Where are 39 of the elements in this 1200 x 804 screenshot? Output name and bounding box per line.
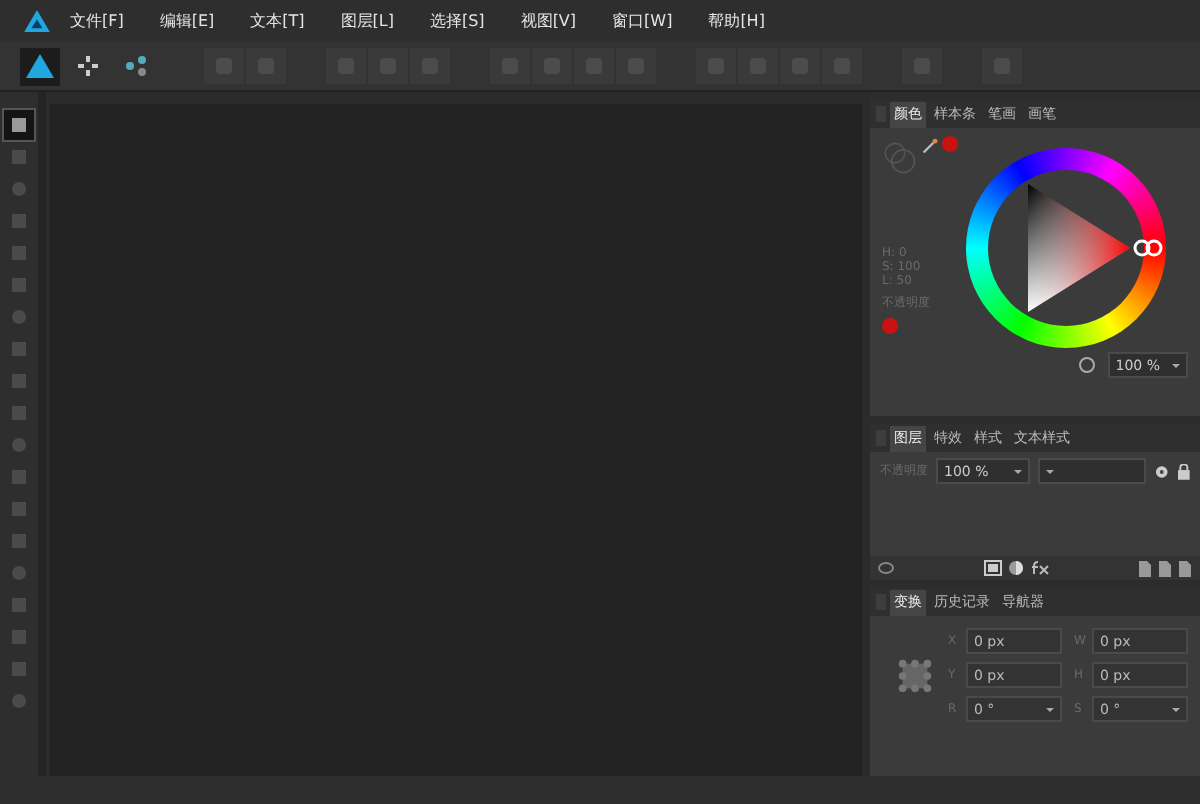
- mask-icon[interactable]: [983, 560, 1001, 576]
- settings-icon[interactable]: [1154, 463, 1171, 479]
- opacity-swatch[interactable]: [882, 318, 898, 334]
- menu-item[interactable]: 文本[T]: [250, 10, 305, 32]
- toolbar-button[interactable]: [368, 48, 408, 84]
- toolbar-button[interactable]: [204, 48, 244, 84]
- toolbar-button[interactable]: [696, 48, 736, 84]
- menu-item[interactable]: 文件[F]: [70, 10, 124, 32]
- toolbar-button[interactable]: [982, 48, 1022, 84]
- toolbar-button[interactable]: [532, 48, 572, 84]
- triangle-logo-icon: [26, 54, 54, 78]
- toolbar-button[interactable]: [246, 48, 286, 84]
- menu-item[interactable]: 视图[V]: [520, 10, 577, 32]
- nodes-icon: [124, 54, 148, 78]
- toolbar-button[interactable]: [574, 48, 614, 84]
- circle-icon: [1077, 356, 1096, 374]
- menu-item[interactable]: 窗口[W]: [612, 10, 673, 32]
- menu-item[interactable]: 帮助[H]: [708, 10, 765, 32]
- menu-item[interactable]: 选择[S]: [429, 10, 485, 32]
- adjustment-icon[interactable]: [1007, 560, 1023, 576]
- toolbar-button[interactable]: [616, 48, 656, 84]
- tool-button[interactable]: [4, 110, 34, 140]
- persona-button[interactable]: [20, 47, 60, 85]
- menu-item[interactable]: 图层[L]: [340, 10, 394, 32]
- stack-icon[interactable]: [878, 560, 894, 576]
- app-logo-icon: [24, 10, 50, 32]
- pixel-grid-icon: [76, 54, 100, 78]
- toolbar-button[interactable]: [490, 48, 530, 84]
- toolbar-button[interactable]: [780, 48, 820, 84]
- toolbar-button[interactable]: [410, 48, 450, 84]
- lock-icon[interactable]: [1178, 463, 1191, 479]
- toolbar-button[interactable]: [738, 48, 778, 84]
- color-swatch[interactable]: [942, 136, 958, 152]
- toolbar-button[interactable]: [822, 48, 862, 84]
- eyedropper-icon[interactable]: [921, 136, 938, 156]
- toolbar-button[interactable]: [902, 48, 942, 84]
- menu-item[interactable]: 编辑[E]: [159, 10, 215, 32]
- toolbar-button[interactable]: [326, 48, 366, 84]
- fx-icon[interactable]: [1029, 560, 1049, 576]
